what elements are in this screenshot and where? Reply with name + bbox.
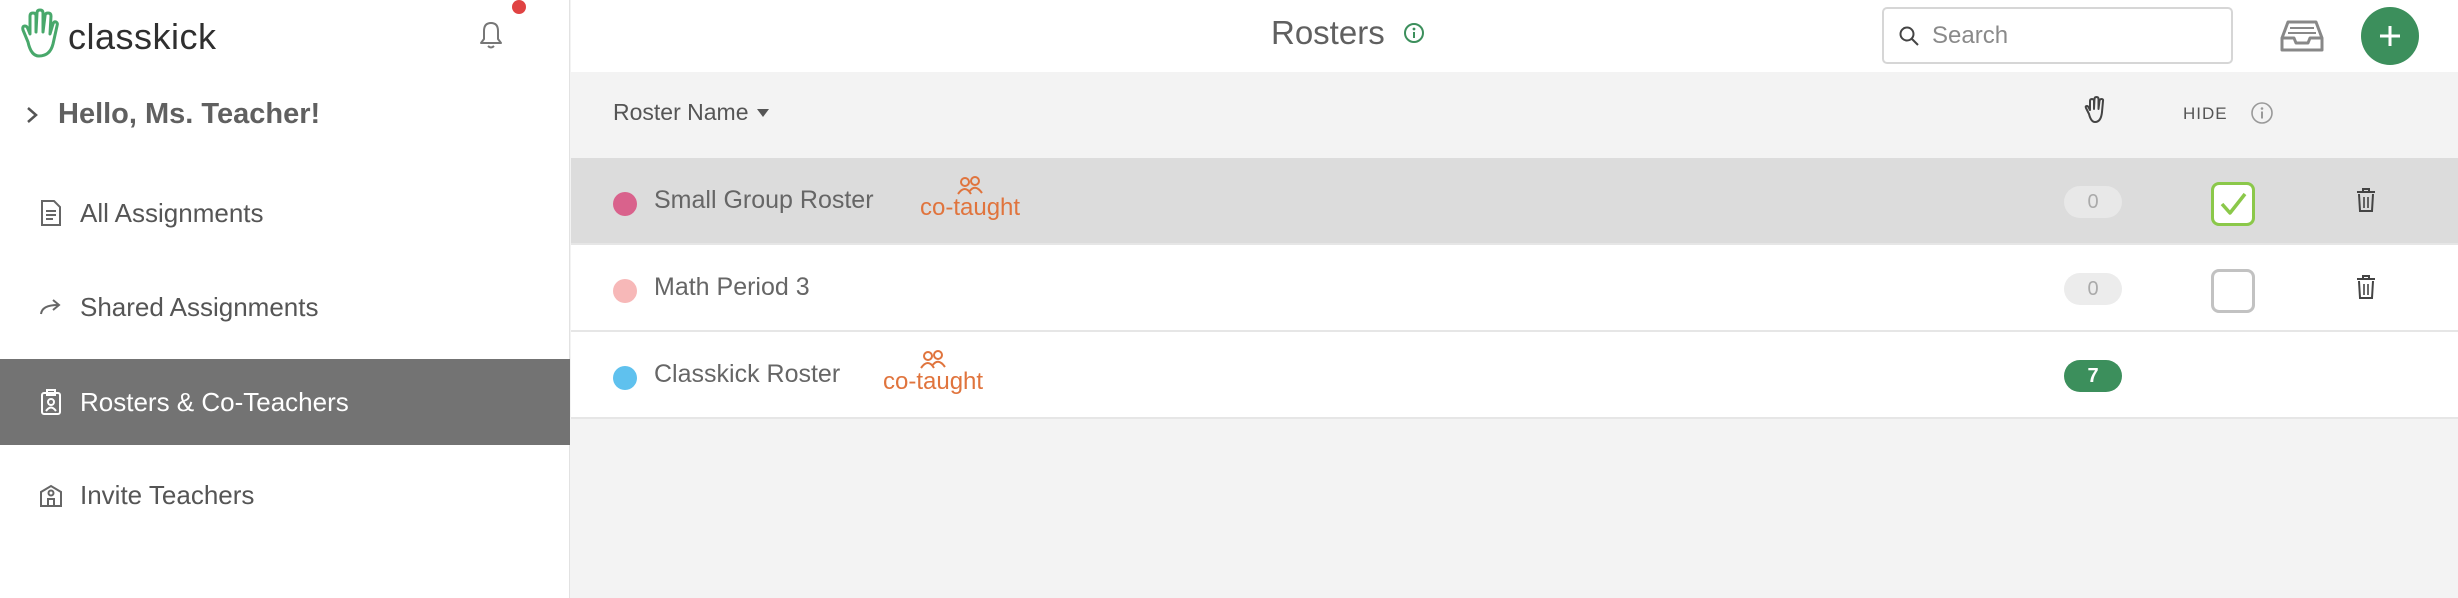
- table-row[interactable]: Classkick Roster co-taught 7: [571, 332, 2458, 419]
- column-header-hide: HIDE: [2183, 104, 2228, 123]
- greeting-label: Hello, Ms. Teacher!: [58, 98, 321, 130]
- help-request-count: 0: [2064, 186, 2122, 218]
- sidebar-item-label: Invite Teachers: [80, 479, 255, 510]
- greeting-toggle[interactable]: Hello, Ms. Teacher!: [22, 98, 320, 131]
- table-row[interactable]: Math Period 3 0: [571, 245, 2458, 332]
- co-taught-badge: co-taught: [920, 176, 1020, 222]
- roster-name[interactable]: Math Period 3: [654, 273, 810, 302]
- sidebar-item-invite-teachers[interactable]: Invite Teachers: [0, 452, 570, 538]
- inbox-tray-icon[interactable]: [2280, 16, 2324, 56]
- co-taught-badge: co-taught: [883, 350, 983, 396]
- roster-color-dot: [613, 192, 637, 216]
- search-icon: [1899, 26, 1919, 46]
- school-building-icon: [36, 480, 66, 510]
- sidebar-item-label: Rosters & Co-Teachers: [80, 386, 349, 417]
- table-header: Roster Name HIDE: [571, 72, 2458, 158]
- roster-badge-icon: [36, 387, 66, 417]
- help-request-count: 7: [2064, 360, 2122, 392]
- trash-icon[interactable]: [2355, 187, 2377, 213]
- rosters-table: Roster Name HIDE Small Group Roster co-t…: [571, 72, 2458, 419]
- hide-checkbox[interactable]: [2211, 269, 2255, 313]
- roster-name[interactable]: Classkick Roster: [654, 360, 840, 389]
- notification-dot: [512, 0, 526, 14]
- column-header-name: Roster Name: [613, 99, 749, 125]
- table-row[interactable]: Small Group Roster co-taught 0: [571, 158, 2458, 245]
- info-icon[interactable]: [1403, 22, 1425, 44]
- logo-text: classkick: [68, 16, 217, 57]
- caret-down-icon: [757, 108, 770, 117]
- search-box[interactable]: [1882, 7, 2233, 64]
- hide-checkbox[interactable]: [2211, 182, 2255, 226]
- sidebar-item-all-assignments[interactable]: All Assignments: [0, 170, 570, 256]
- roster-color-dot: [613, 366, 637, 390]
- trash-icon[interactable]: [2355, 274, 2377, 300]
- info-icon[interactable]: [2250, 101, 2274, 125]
- page-title: Rosters: [1271, 14, 1385, 51]
- co-teachers-icon: [920, 350, 946, 369]
- sidebar-item-shared-assignments[interactable]: Shared Assignments: [0, 264, 570, 350]
- raised-hand-icon: [2084, 96, 2105, 123]
- hand-logo-icon: [21, 8, 59, 58]
- share-arrow-icon: [36, 292, 66, 322]
- sidebar-item-label: All Assignments: [80, 197, 264, 228]
- help-request-count: 0: [2064, 273, 2122, 305]
- checkmark-icon: [2220, 192, 2247, 215]
- roster-color-dot: [613, 279, 637, 303]
- sidebar: classkick Hello, Ms. Teacher! All Assign…: [0, 0, 570, 598]
- classkick-logo[interactable]: classkick: [16, 8, 217, 66]
- roster-name[interactable]: Small Group Roster: [654, 186, 874, 215]
- search-input[interactable]: [1932, 21, 2212, 50]
- top-header: Rosters: [571, 0, 2458, 72]
- co-taught-label: co-taught: [883, 368, 984, 395]
- co-teachers-icon: [957, 176, 983, 195]
- sort-by-name[interactable]: Roster Name: [613, 99, 770, 126]
- co-taught-label: co-taught: [920, 194, 1021, 221]
- sidebar-item-rosters[interactable]: Rosters & Co-Teachers: [0, 359, 570, 445]
- chevron-right-icon: [27, 106, 38, 123]
- document-icon: [36, 198, 66, 228]
- bell-icon[interactable]: [474, 18, 508, 52]
- sidebar-item-label: Shared Assignments: [80, 291, 319, 322]
- add-roster-button[interactable]: [2361, 7, 2419, 65]
- plus-icon: [2380, 26, 2400, 46]
